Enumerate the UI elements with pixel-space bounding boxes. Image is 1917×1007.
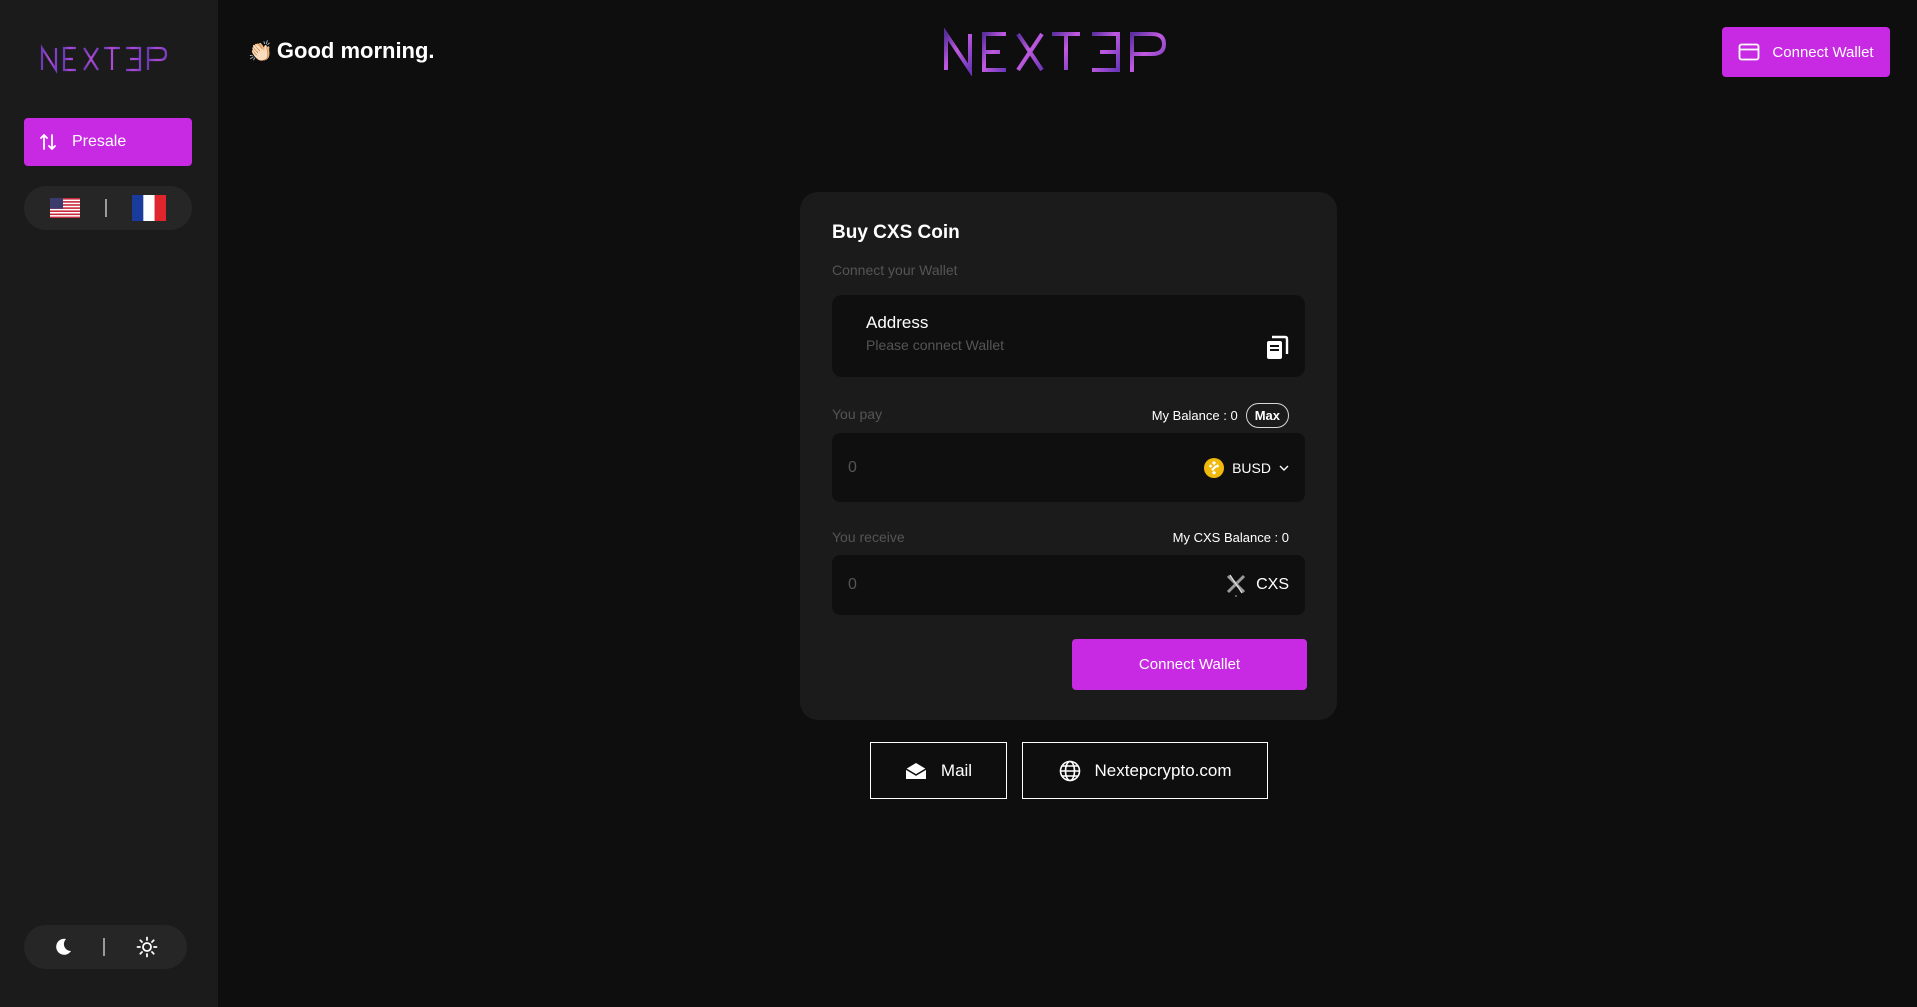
clapping-hands-icon: 👏🏻 — [248, 40, 273, 63]
address-label: Address — [866, 313, 929, 332]
cxs-balance: My CXS Balance : 0 — [1172, 530, 1289, 545]
header-connect-wallet-label: Connect Wallet — [1772, 43, 1874, 61]
max-button[interactable]: Max — [1245, 403, 1289, 428]
receive-token-label: CXS — [1256, 576, 1289, 593]
divider — [104, 199, 107, 217]
card-connect-wallet-button[interactable]: Connect Wallet — [1072, 639, 1307, 690]
presale-nav-button[interactable]: Presale — [24, 118, 192, 166]
moon-icon[interactable] — [53, 937, 73, 957]
header-connect-wallet-button[interactable]: Connect Wallet — [1722, 27, 1890, 77]
receive-input-box: CXS — [832, 555, 1305, 615]
greeting-text: Good morning. — [276, 38, 435, 63]
card-title: Buy CXS Coin — [832, 222, 960, 243]
receive-token: CXS — [1224, 555, 1289, 615]
pay-label: You pay — [832, 406, 883, 422]
busd-icon — [1204, 457, 1225, 478]
presale-label: Presale — [72, 133, 127, 150]
copy-icon[interactable] — [1265, 335, 1289, 366]
divider — [103, 938, 106, 956]
theme-switcher — [24, 925, 187, 969]
nextep-logo-header — [944, 28, 1167, 76]
buy-card: Buy CXS Coin Connect your Wallet Address… — [800, 192, 1337, 720]
card-subtitle: Connect your Wallet — [832, 262, 958, 278]
balance-row: My Balance : 0 Max — [1152, 403, 1289, 428]
sun-icon[interactable] — [136, 936, 158, 958]
fr-flag-icon[interactable] — [131, 195, 166, 221]
credit-card-icon — [1738, 43, 1760, 61]
cxs-coin-icon — [1227, 574, 1246, 597]
mail-link-button[interactable]: Mail — [870, 742, 1007, 799]
chevron-down-icon — [1279, 465, 1289, 471]
nextep-logo — [40, 44, 168, 74]
address-box: Address Please connect Wallet — [832, 295, 1305, 377]
app-root: Presale 👏🏻 Good morning. Connect Wallet … — [0, 0, 1917, 1007]
receive-amount-input[interactable] — [848, 555, 1178, 615]
pay-token-label: BUSD — [1232, 459, 1271, 476]
my-balance: My Balance : 0 — [1151, 408, 1238, 423]
globe-icon — [1059, 760, 1081, 782]
website-label: Nextepcrypto.com — [1094, 760, 1232, 780]
website-link-button[interactable]: Nextepcrypto.com — [1022, 742, 1268, 799]
receive-label: You receive — [832, 529, 905, 545]
sidebar: Presale — [0, 0, 218, 1007]
mail-label: Mail — [940, 760, 973, 780]
pay-token-select[interactable]: BUSD — [1204, 433, 1289, 502]
language-switcher — [24, 186, 192, 230]
mail-icon — [905, 762, 927, 780]
greeting: 👏🏻 Good morning. — [248, 38, 435, 64]
address-value: Please connect Wallet — [866, 337, 1004, 353]
pay-input-box: BUSD — [832, 433, 1305, 502]
en-flag-icon[interactable] — [50, 198, 81, 218]
pay-amount-input[interactable] — [848, 433, 1178, 502]
swap-arrows-icon — [38, 132, 58, 152]
